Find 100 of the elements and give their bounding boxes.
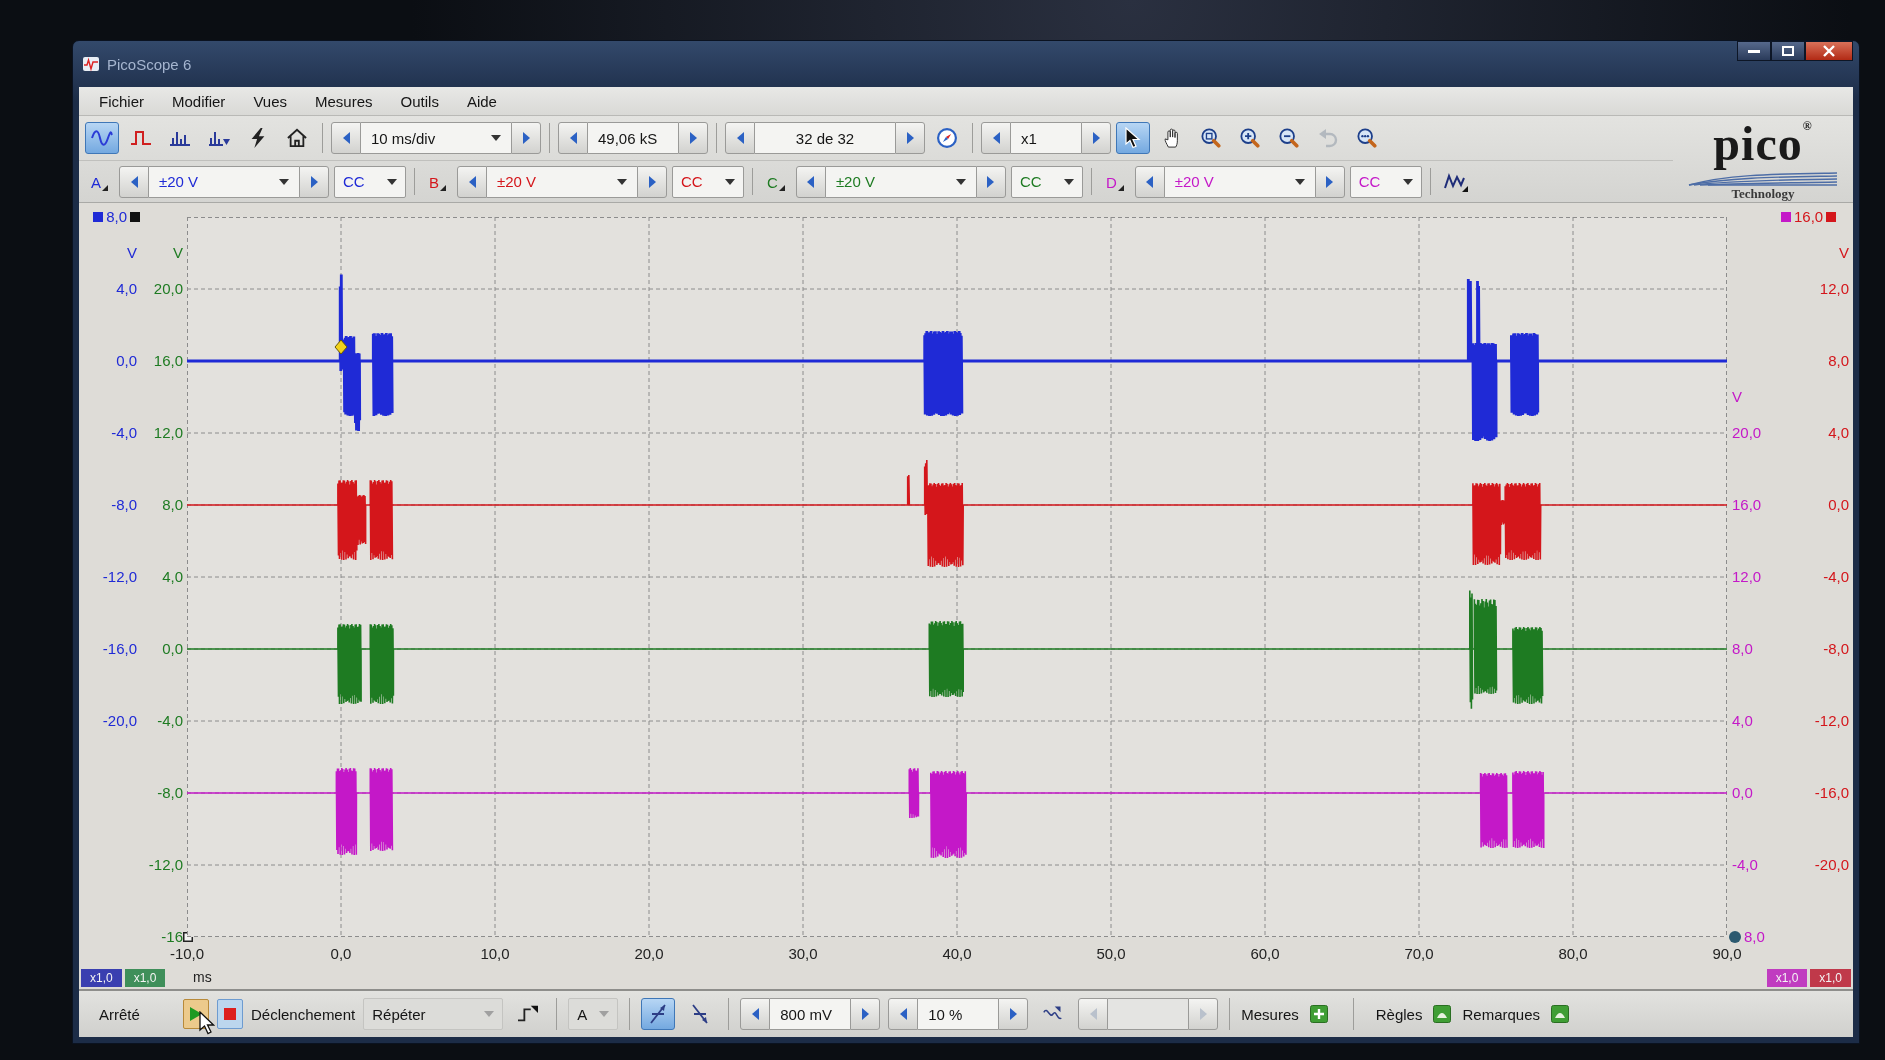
minimize-button[interactable] bbox=[1737, 41, 1771, 61]
caret-icon bbox=[1402, 178, 1413, 185]
samples-field[interactable]: 49,06 kS bbox=[588, 122, 678, 154]
menu-item[interactable]: Fichier bbox=[85, 92, 158, 110]
axis-tick-label: -20,0 bbox=[1814, 856, 1849, 874]
time-tick-label: 30,0 bbox=[788, 945, 818, 963]
pretrigger-field[interactable]: 10 % bbox=[918, 998, 999, 1030]
pointer-icon bbox=[1125, 127, 1141, 149]
left-triangle-icon bbox=[807, 175, 815, 188]
time-unit-label: ms bbox=[192, 968, 213, 987]
plus-icon bbox=[1309, 1005, 1328, 1023]
right-arrow-button[interactable] bbox=[637, 165, 668, 198]
right-triangle-icon bbox=[1326, 175, 1334, 188]
trigger-mode-dropdown[interactable]: Répéter bbox=[363, 998, 504, 1030]
left-arrow-button[interactable] bbox=[740, 998, 771, 1030]
left-arrow-button[interactable] bbox=[457, 165, 488, 198]
right-triangle-icon bbox=[1009, 1008, 1017, 1020]
right-arrow-button[interactable] bbox=[998, 998, 1029, 1030]
maximize-button[interactable] bbox=[1771, 41, 1805, 61]
magnifier-icon bbox=[1357, 128, 1377, 148]
right-arrow-button[interactable] bbox=[895, 122, 925, 154]
left-arrow-button[interactable] bbox=[558, 122, 588, 154]
right-arrow-button[interactable] bbox=[1081, 122, 1111, 154]
right-arrow-button[interactable] bbox=[678, 122, 708, 154]
menu-item[interactable]: Modifier bbox=[158, 92, 240, 110]
left-triangle-icon bbox=[736, 132, 744, 144]
range-dropdown[interactable]: ±20 V bbox=[149, 165, 299, 198]
axis-tick-label: 12,0 bbox=[153, 424, 183, 442]
left-arrow-button[interactable] bbox=[1078, 998, 1109, 1030]
right-arrow-button[interactable] bbox=[1314, 165, 1345, 198]
left-triangle-icon bbox=[899, 1008, 907, 1020]
bar-graph-arrow-icon bbox=[208, 130, 230, 146]
right-arrow-button[interactable] bbox=[850, 998, 881, 1030]
mouse-pointer-icon bbox=[199, 1011, 215, 1035]
edge-button[interactable] bbox=[641, 998, 676, 1030]
right-arrow-button[interactable] bbox=[511, 122, 541, 154]
scale-tag: x1,0 bbox=[81, 969, 122, 987]
compass-icon bbox=[937, 128, 957, 148]
time-tick-label: 20,0 bbox=[634, 945, 664, 963]
axis-unit-label: V bbox=[127, 244, 137, 262]
axis-tick-label: 4,0 bbox=[162, 568, 183, 586]
menu-item[interactable]: Vues bbox=[239, 92, 301, 110]
menu-item[interactable]: Mesures bbox=[301, 92, 387, 110]
corner-triangle-icon bbox=[440, 184, 447, 191]
left-arrow-button[interactable] bbox=[331, 122, 361, 154]
right-arrow-button[interactable] bbox=[1188, 998, 1219, 1030]
scale-tag: x1,0 bbox=[1810, 969, 1851, 987]
zoom-field[interactable]: x1 bbox=[1011, 122, 1081, 154]
left-arrow-button[interactable] bbox=[795, 165, 826, 198]
range-dropdown[interactable]: ±20 V bbox=[825, 165, 976, 198]
left-arrow-button[interactable] bbox=[888, 998, 919, 1030]
axis-tick-label: 8,0 bbox=[162, 496, 183, 514]
coupling-dropdown[interactable]: CC bbox=[1349, 165, 1422, 198]
buffer-field[interactable]: 32 de 32 bbox=[755, 122, 895, 154]
time-tick-label: 90,0 bbox=[1712, 945, 1742, 963]
axis-tick-label: -4,0 bbox=[111, 424, 137, 442]
axis-tick-label: 0,0 bbox=[1828, 496, 1849, 514]
left-arrow-button[interactable] bbox=[725, 122, 755, 154]
status-label: Arrêté bbox=[99, 1005, 141, 1023]
channel-button[interactable]: A bbox=[85, 165, 114, 198]
left-triangle-icon bbox=[992, 132, 1000, 144]
time-tick-label: 10,0 bbox=[480, 945, 510, 963]
trigger-label: Déclenchement bbox=[251, 1005, 356, 1023]
axis-tick-label: -16,0 bbox=[1814, 784, 1849, 802]
right-triangle-icon bbox=[522, 132, 530, 144]
left-arrow-button[interactable] bbox=[981, 122, 1011, 154]
channel-button[interactable]: B bbox=[423, 165, 453, 198]
coupling-dropdown[interactable]: CC bbox=[1010, 165, 1083, 198]
corner-triangle-icon bbox=[102, 184, 108, 191]
zoom-out-icon bbox=[1279, 128, 1299, 148]
right-triangle-icon bbox=[861, 1008, 869, 1020]
coupling-dropdown[interactable]: CC bbox=[334, 165, 406, 198]
stop-button[interactable] bbox=[217, 999, 243, 1029]
right-arrow-button[interactable] bbox=[975, 165, 1006, 198]
axis-tick-label: -20,0 bbox=[102, 712, 137, 730]
axis-tick-label: -4,0 bbox=[1823, 568, 1849, 586]
range-dropdown[interactable]: ±20 V bbox=[487, 165, 638, 198]
right-triangle-icon bbox=[689, 132, 697, 144]
menu-item[interactable]: Outils bbox=[386, 92, 453, 110]
close-button[interactable] bbox=[1805, 41, 1853, 61]
square-pulse-icon bbox=[130, 130, 152, 146]
stop-icon bbox=[224, 1008, 236, 1020]
menu-item[interactable]: Aide bbox=[452, 92, 511, 110]
range-dropdown[interactable]: ±20 V bbox=[1164, 165, 1315, 198]
right-arrow-button[interactable] bbox=[299, 165, 329, 198]
trigger-source-dropdown[interactable]: A bbox=[568, 998, 619, 1030]
trigger-marker-icon[interactable] bbox=[334, 339, 348, 355]
left-arrow-button[interactable] bbox=[1134, 165, 1165, 198]
coupling-dropdown[interactable]: CC bbox=[672, 165, 745, 198]
timebase-dropdown[interactable]: 10 ms/div bbox=[361, 122, 511, 154]
home-icon bbox=[287, 128, 307, 148]
axis-tick-label: 4,0 bbox=[116, 280, 137, 298]
scale-tag: x1,0 bbox=[1766, 969, 1808, 987]
left-arrow-button[interactable] bbox=[119, 165, 149, 198]
time-tick-label: 60,0 bbox=[1250, 945, 1280, 963]
time-tick-label: 70,0 bbox=[1404, 945, 1434, 963]
view-button[interactable] bbox=[85, 122, 119, 154]
channel-button[interactable]: C bbox=[761, 165, 791, 198]
tool-button[interactable] bbox=[1116, 122, 1150, 154]
threshold-field[interactable]: 800 mV bbox=[770, 998, 851, 1030]
